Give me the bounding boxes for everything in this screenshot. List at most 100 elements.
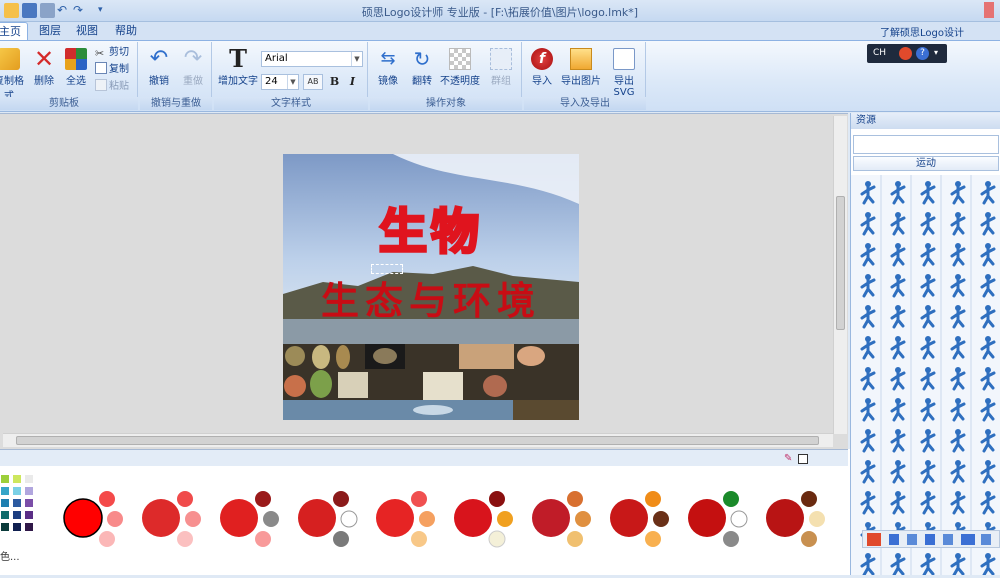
learn-more-link[interactable]: 了解硕思Logo设计 xyxy=(880,24,1000,39)
undo-quick-icon[interactable]: ↶ xyxy=(57,3,72,18)
swatch[interactable] xyxy=(0,486,10,496)
swatch[interactable] xyxy=(12,510,22,520)
vertical-scrollbar[interactable] xyxy=(833,116,847,434)
tab-layers[interactable]: 图层 xyxy=(30,22,70,40)
specimen xyxy=(513,400,579,420)
row-11 xyxy=(860,489,996,515)
swatch[interactable] xyxy=(24,474,34,484)
swatch[interactable] xyxy=(12,486,22,496)
undo-icon: ↶ xyxy=(149,46,169,71)
horizontal-scrollbar[interactable] xyxy=(3,433,833,447)
text-style-group: T 增加文字 Arial ▼ 24 ▼ AB B I 文字样式 xyxy=(214,42,368,110)
help-icon: ? xyxy=(916,47,929,60)
group-button[interactable]: 群组 xyxy=(486,48,516,87)
save-icon[interactable] xyxy=(22,3,37,18)
scheme-3 xyxy=(220,491,279,547)
redo-button[interactable]: ↷ 重做 xyxy=(178,46,208,88)
swatch[interactable] xyxy=(0,498,10,508)
scheme-1 xyxy=(63,491,123,547)
italic-button[interactable]: I xyxy=(345,74,360,90)
delete-button[interactable]: ✕ 删除 xyxy=(30,45,58,87)
tab-home[interactable]: 主页 xyxy=(0,22,28,40)
copy-button[interactable]: 复制 xyxy=(95,62,129,77)
chevron-down-icon[interactable]: ▾ xyxy=(98,3,113,18)
paste-button[interactable]: 粘贴 xyxy=(95,79,129,94)
artwork-subtitle: 生态与环境 xyxy=(320,278,541,323)
specimen xyxy=(517,346,545,366)
swatch[interactable] xyxy=(0,510,10,520)
swatch[interactable] xyxy=(0,474,10,484)
scroll-thumb[interactable] xyxy=(836,196,845,330)
specimen xyxy=(413,405,453,415)
print-icon[interactable] xyxy=(40,3,55,18)
delete-icon: ✕ xyxy=(33,45,55,73)
eyedropper-icon[interactable]: ✎ xyxy=(784,453,792,464)
rotate-icon: ↻ xyxy=(413,47,431,71)
swatch[interactable] xyxy=(24,510,34,520)
ime-toolbar[interactable] xyxy=(862,530,1000,548)
resource-search-input[interactable] xyxy=(853,135,999,154)
fill-swatch-icon[interactable] xyxy=(798,454,808,464)
swatch[interactable] xyxy=(24,498,34,508)
tray-icon xyxy=(907,534,917,545)
import-button[interactable]: f 导入 xyxy=(526,48,558,87)
tray-icon xyxy=(943,534,953,545)
open-icon[interactable] xyxy=(4,3,19,18)
swatch[interactable] xyxy=(12,522,22,532)
cut-button[interactable]: ✂ 剪切 xyxy=(95,45,129,60)
undo-button[interactable]: ↶ 撤销 xyxy=(144,46,174,88)
category-select[interactable]: 运动 xyxy=(853,156,999,171)
font-family-select[interactable]: Arial ▼ xyxy=(261,51,363,67)
add-text-button[interactable]: T 增加文字 xyxy=(216,44,260,88)
scheme-8 xyxy=(610,491,669,547)
selection-handle[interactable] xyxy=(371,264,403,274)
group-icon xyxy=(490,48,512,70)
scheme-6 xyxy=(454,491,513,548)
sports-clipart-grid[interactable] xyxy=(851,175,1000,577)
more-colors-link[interactable]: 色... xyxy=(0,548,20,563)
color-schemes[interactable] xyxy=(55,480,845,552)
export-svg-button[interactable]: 导出SVG xyxy=(604,48,644,98)
specimen xyxy=(285,346,305,366)
swatch[interactable] xyxy=(12,498,22,508)
mirror-button[interactable]: ⇆ 镜像 xyxy=(372,48,404,87)
bold-button[interactable]: B xyxy=(327,74,342,90)
row-2 xyxy=(860,210,996,236)
row-9 xyxy=(860,427,996,453)
object-group: ⇆ 镜像 ↻ 翻转 不透明度 群组 操作对象 xyxy=(370,42,522,110)
select-all-icon xyxy=(65,48,87,70)
tab-help[interactable]: 帮助 xyxy=(108,22,144,40)
language-bar[interactable]: CH ? ▾ xyxy=(867,44,947,63)
opacity-button[interactable]: 不透明度 xyxy=(440,48,480,87)
logo-artwork[interactable]: 生物 生态与环境 xyxy=(283,154,579,420)
import-export-group: f 导入 导出图片 导出SVG 导入及导出 xyxy=(524,42,646,110)
ime-icon xyxy=(899,47,912,60)
row-10 xyxy=(860,458,996,484)
redo-quick-icon[interactable]: ↷ xyxy=(73,3,88,18)
title-bar: 硕思Logo设计师 专业版 - [F:\拓展价值\图片\logo.lmk*] xyxy=(0,0,1000,22)
export-image-button[interactable]: 导出图片 xyxy=(560,48,602,87)
brush-icon xyxy=(0,48,20,70)
io-group-label: 导入及导出 xyxy=(524,97,646,110)
specimen xyxy=(310,370,332,398)
row-7 xyxy=(860,365,996,391)
format-painter-button[interactable]: 复制格式 xyxy=(0,48,28,102)
close-icon[interactable] xyxy=(984,2,994,18)
redo-icon: ↷ xyxy=(183,46,203,71)
swatch[interactable] xyxy=(12,474,22,484)
scroll-thumb[interactable] xyxy=(16,436,819,445)
export-svg-icon xyxy=(613,48,635,70)
font-size-select[interactable]: 24 ▼ xyxy=(261,74,299,90)
specimen xyxy=(284,375,306,397)
specimen xyxy=(423,372,463,400)
letter-spacing-icon[interactable]: AB xyxy=(303,74,323,90)
swatch[interactable] xyxy=(24,522,34,532)
ime-logo-icon xyxy=(867,533,881,546)
select-all-button[interactable]: 全选 xyxy=(62,48,90,87)
tab-view[interactable]: 视图 xyxy=(72,22,102,40)
text-t-icon: T xyxy=(229,44,247,73)
palette-toolbar: ✎ xyxy=(0,449,848,466)
swatch[interactable] xyxy=(24,486,34,496)
flip-button[interactable]: ↻ 翻转 xyxy=(406,48,438,87)
swatch[interactable] xyxy=(0,522,10,532)
